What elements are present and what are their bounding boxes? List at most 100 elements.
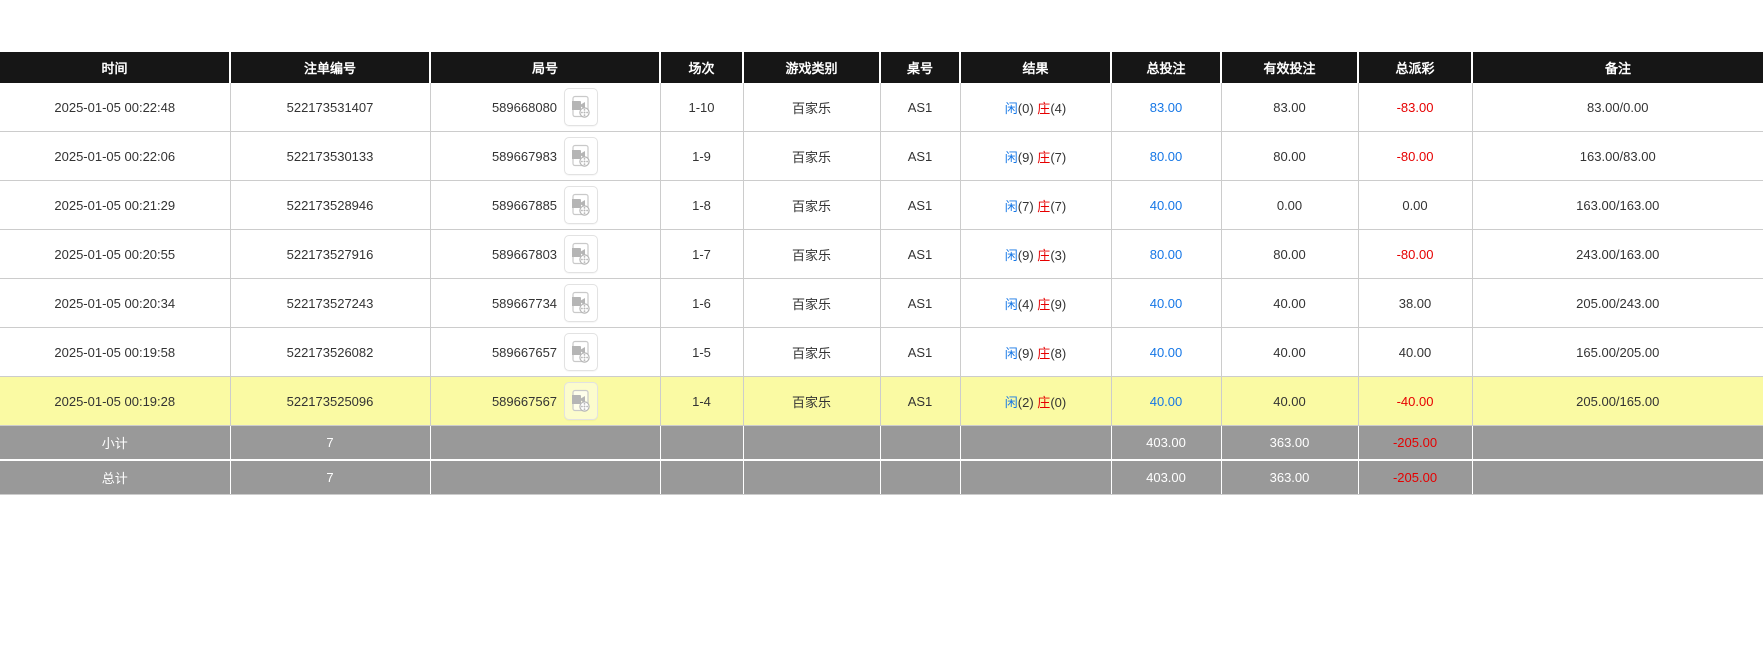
cell-time: 2025-01-05 00:22:48 xyxy=(0,83,230,132)
video-replay-button[interactable] xyxy=(564,137,598,175)
video-replay-icon xyxy=(570,340,592,364)
cell-table-no: AS1 xyxy=(880,279,960,328)
result-banker-label: 庄 xyxy=(1037,101,1050,116)
cell-result: 闲(2) 庄(0) xyxy=(960,377,1111,426)
round-cell: 589667567 xyxy=(431,377,660,425)
result-banker-count: (3) xyxy=(1050,248,1066,263)
video-replay-icon xyxy=(570,242,592,266)
column-header-session: 场次 xyxy=(660,52,743,83)
payout-value: 40.00 xyxy=(1399,345,1432,360)
cell-bet-id: 522173531407 xyxy=(230,83,430,132)
total-bet-value: 40.00 xyxy=(1150,345,1183,360)
cell-time: 2025-01-05 00:22:06 xyxy=(0,132,230,181)
cell-game-type: 百家乐 xyxy=(743,230,880,279)
column-header-game_type: 游戏类别 xyxy=(743,52,880,83)
round-number: 589668080 xyxy=(492,100,557,115)
cell-table-no: AS1 xyxy=(880,377,960,426)
cell-round: 589667657 xyxy=(430,328,660,377)
result-player-count: (0) xyxy=(1018,101,1038,116)
table-row: 2025-01-05 00:22:48522173531407 589668080… xyxy=(0,83,1763,132)
round-cell: 589667657 xyxy=(431,328,660,376)
round-number: 589667734 xyxy=(492,296,557,311)
table-body: 2025-01-05 00:22:48522173531407 589668080… xyxy=(0,83,1763,495)
video-replay-icon xyxy=(570,291,592,315)
cell-bet-id: 522173527916 xyxy=(230,230,430,279)
cell-valid-bet: 0.00 xyxy=(1221,181,1358,230)
cell-result: 闲(9) 庄(8) xyxy=(960,328,1111,377)
cell-total-bet: 40.00 xyxy=(1111,328,1221,377)
column-header-result: 结果 xyxy=(960,52,1111,83)
round-cell: 589667803 xyxy=(431,230,660,278)
result-player-label: 闲 xyxy=(1005,150,1018,165)
cell-session: 1-7 xyxy=(660,230,743,279)
cell-table-no: AS1 xyxy=(880,132,960,181)
cell-game-type: 百家乐 xyxy=(743,181,880,230)
summary-payout-value: -205.00 xyxy=(1393,435,1437,450)
cell-round: 589667567 xyxy=(430,377,660,426)
round-number: 589667803 xyxy=(492,247,557,262)
summary-count: 7 xyxy=(230,426,430,461)
summary-empty-cell xyxy=(430,460,660,495)
round-cell: 589667983 xyxy=(431,132,660,180)
total-bet-value: 40.00 xyxy=(1150,296,1183,311)
table-row: 2025-01-05 00:20:34522173527243589667734… xyxy=(0,279,1763,328)
summary-empty-cell xyxy=(743,426,880,461)
result-banker-count: (8) xyxy=(1050,346,1066,361)
cell-result: 闲(0) 庄(4) xyxy=(960,83,1111,132)
summary-empty-cell xyxy=(660,426,743,461)
cell-payout: 40.00 xyxy=(1358,328,1472,377)
cell-result: 闲(7) 庄(7) xyxy=(960,181,1111,230)
round-number: 589667983 xyxy=(492,149,557,164)
result-player-label: 闲 xyxy=(1005,346,1018,361)
cell-result: 闲(4) 庄(9) xyxy=(960,279,1111,328)
summary-payout-value: -205.00 xyxy=(1393,470,1437,485)
table-row: 2025-01-05 00:21:29522173528946589667885… xyxy=(0,181,1763,230)
table-row: 2025-01-05 00:19:28522173525096589667567… xyxy=(0,377,1763,426)
video-replay-button[interactable] xyxy=(564,186,598,224)
round-number: 589667657 xyxy=(492,345,557,360)
cell-remark: 243.00/163.00 xyxy=(1472,230,1763,279)
bet-records-table: 时间注单编号局号场次游戏类别桌号结果总投注有效投注总派彩备注 2025-01-0… xyxy=(0,52,1763,495)
cell-round: 589668080 xyxy=(430,83,660,132)
cell-session: 1-9 xyxy=(660,132,743,181)
video-replay-icon xyxy=(570,389,592,413)
total-bet-value: 40.00 xyxy=(1150,394,1183,409)
video-replay-button[interactable] xyxy=(564,88,598,126)
cell-session: 1-6 xyxy=(660,279,743,328)
total-bet-value: 80.00 xyxy=(1150,149,1183,164)
cell-remark: 205.00/243.00 xyxy=(1472,279,1763,328)
video-replay-button[interactable] xyxy=(564,284,598,322)
summary-total-bet: 403.00 xyxy=(1111,426,1221,461)
summary-empty-cell xyxy=(960,426,1111,461)
summary-empty-cell xyxy=(1472,460,1763,495)
cell-remark: 83.00/0.00 xyxy=(1472,83,1763,132)
result-player-label: 闲 xyxy=(1005,248,1018,263)
cell-total-bet: 40.00 xyxy=(1111,181,1221,230)
summary-count: 7 xyxy=(230,460,430,495)
result-banker-label: 庄 xyxy=(1037,248,1050,263)
cell-game-type: 百家乐 xyxy=(743,279,880,328)
cell-payout: 38.00 xyxy=(1358,279,1472,328)
round-number: 589667567 xyxy=(492,394,557,409)
table-header-row: 时间注单编号局号场次游戏类别桌号结果总投注有效投注总派彩备注 xyxy=(0,52,1763,83)
total-bet-value: 80.00 xyxy=(1150,247,1183,262)
summary-empty-cell xyxy=(960,460,1111,495)
table-row: 2025-01-05 00:19:58522173526082589667657… xyxy=(0,328,1763,377)
cell-remark: 163.00/83.00 xyxy=(1472,132,1763,181)
result-banker-count: (7) xyxy=(1050,150,1066,165)
payout-value: -80.00 xyxy=(1397,149,1434,164)
column-header-total_bet: 总投注 xyxy=(1111,52,1221,83)
result-player-label: 闲 xyxy=(1005,101,1018,116)
video-replay-button[interactable] xyxy=(564,235,598,273)
result-banker-label: 庄 xyxy=(1037,150,1050,165)
cell-session: 1-5 xyxy=(660,328,743,377)
result-banker-count: (7) xyxy=(1050,199,1066,214)
cell-table-no: AS1 xyxy=(880,83,960,132)
video-replay-button[interactable] xyxy=(564,382,598,420)
summary-valid-bet: 363.00 xyxy=(1221,426,1358,461)
video-replay-button[interactable] xyxy=(564,333,598,371)
summary-empty-cell xyxy=(880,460,960,495)
video-replay-icon xyxy=(570,95,592,119)
result-player-count: (2) xyxy=(1018,395,1038,410)
result-player-label: 闲 xyxy=(1005,297,1018,312)
